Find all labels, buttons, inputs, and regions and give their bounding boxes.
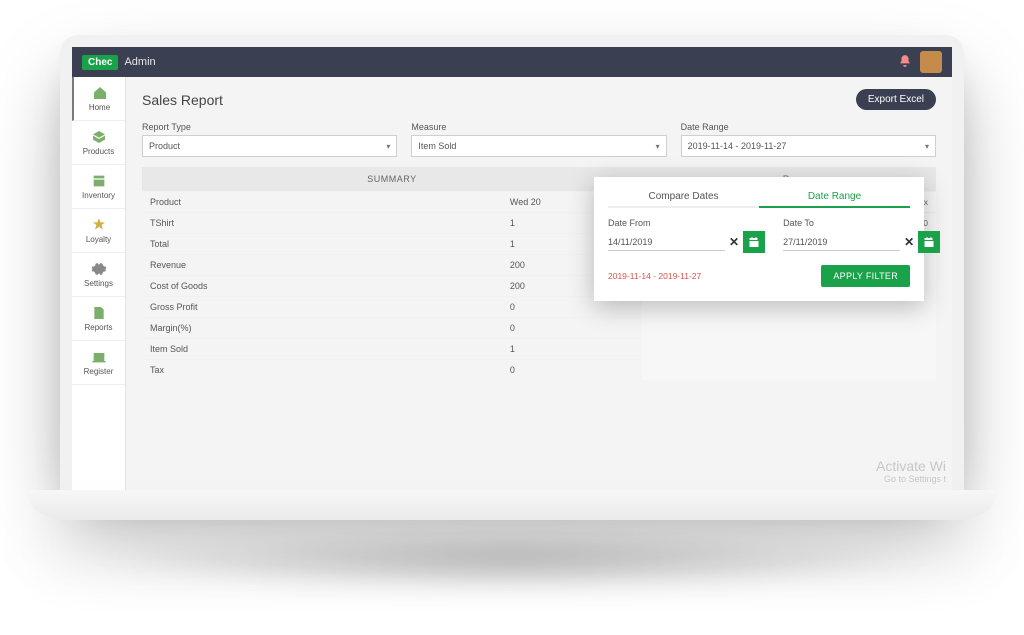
date-range-popover: Compare Dates Date Range Date From ✕ [594,177,924,301]
date-to-input[interactable] [783,234,900,251]
summary-row-value: 0 [502,318,642,338]
apply-filter-button[interactable]: APPLY FILTER [821,265,910,287]
date-range-select[interactable]: 2019-11-14 - 2019-11-27 [681,135,936,157]
sidebar-item-label: Reports [84,323,112,332]
sidebar-item-inventory[interactable]: Inventory [72,165,125,209]
report-type-select[interactable]: Product [142,135,397,157]
summary-row-label: Margin(%) [142,318,502,338]
summary-row-label: Cost of Goods [142,276,502,296]
date-from-input[interactable] [608,234,725,251]
report-type-label: Report Type [142,122,397,132]
avatar[interactable] [920,51,942,73]
tab-date-range[interactable]: Date Range [759,187,910,208]
summary-row-label: Product [142,192,502,212]
sidebar-item-loyalty[interactable]: Loyalty [72,209,125,253]
summary-row-value: 1 [502,339,642,359]
summary-row-label: Revenue [142,255,502,275]
summary-row-label: Total [142,234,502,254]
export-excel-button[interactable]: Export Excel [856,89,936,110]
sidebar-item-label: Home [89,103,110,112]
sidebar-item-home[interactable]: Home [72,77,125,121]
summary-row-label: Tax [142,360,502,380]
date-range-label: Date Range [681,122,936,132]
sidebar: Home Products Inventory Loyalty Settings [72,77,126,490]
sidebar-item-label: Settings [84,279,113,288]
sidebar-item-label: Register [84,367,114,376]
date-from-label: Date From [608,218,765,228]
date-to-label: Date To [783,218,940,228]
activate-windows-watermark: Activate Wi Go to Settings t [876,458,946,484]
header-page-label: Admin [124,56,155,68]
summary-row-value: 0 [502,360,642,380]
calendar-to-icon[interactable] [918,231,940,253]
clear-date-from-icon[interactable]: ✕ [729,235,739,249]
page-title: Sales Report [142,92,223,108]
summary-row-label: TShirt [142,213,502,233]
clear-date-to-icon[interactable]: ✕ [904,235,914,249]
sidebar-item-label: Inventory [82,191,115,200]
brand-logo: Chec [82,55,118,70]
sidebar-item-label: Loyalty [86,235,111,244]
sidebar-item-label: Products [83,147,115,156]
summary-row-label: Item Sold [142,339,502,359]
summary-heading: SUMMARY [142,167,642,191]
measure-label: Measure [411,122,666,132]
measure-select[interactable]: Item Sold [411,135,666,157]
sidebar-item-products[interactable]: Products [72,121,125,165]
sidebar-item-reports[interactable]: Reports [72,297,125,341]
app-header: Chec Admin [72,47,952,77]
sidebar-item-settings[interactable]: Settings [72,253,125,297]
calendar-from-icon[interactable] [743,231,765,253]
selected-range-text: 2019-11-14 - 2019-11-27 [608,271,701,281]
sidebar-item-register[interactable]: Register [72,341,125,385]
notification-icon[interactable] [898,54,912,71]
tab-compare-dates[interactable]: Compare Dates [608,187,759,206]
summary-row-label: Gross Profit [142,297,502,317]
